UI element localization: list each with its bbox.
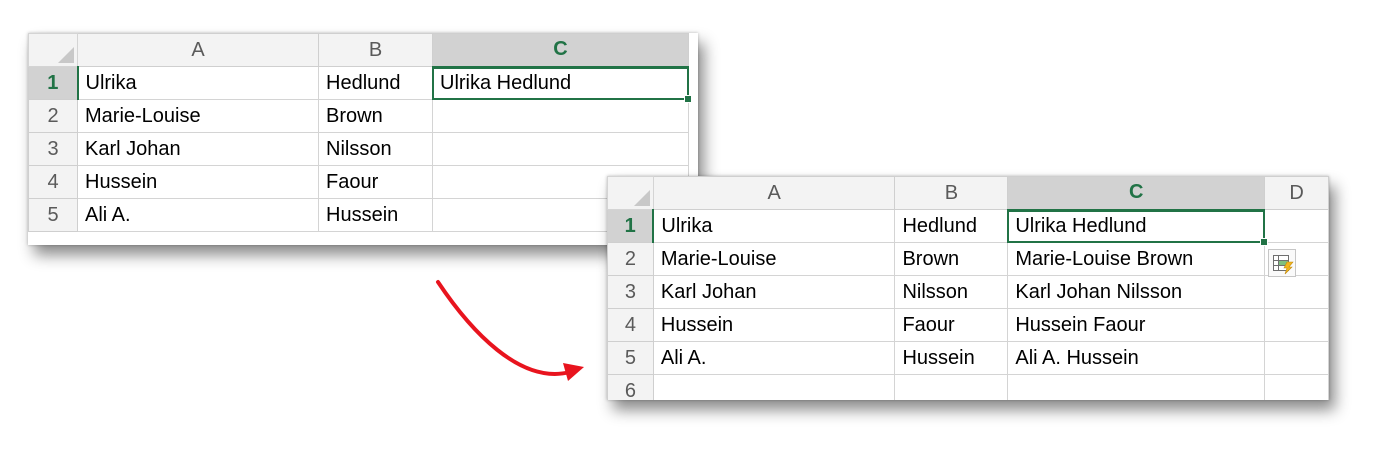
table-row: 2 Marie-Louise Brown Marie-Louise Brown [607,242,1329,276]
cell-c1-text: Ulrika Hedlund [1015,214,1147,237]
column-header-c[interactable]: C [1007,176,1266,211]
cell-c4[interactable]: Hussein Faour [1007,308,1266,342]
fill-handle[interactable] [1260,238,1269,246]
cell-c2[interactable]: Marie-Louise Brown [1007,242,1266,276]
table-row: 5 Ali A. Hussein Ali A. Hussein [607,341,1329,375]
table-row: 6 [607,374,1329,400]
spreadsheet-after: A B C D 1 Ulrika Hedlund Ulrika Hedlund … [607,176,1329,400]
column-header-d[interactable]: D [1264,176,1329,210]
cell-d3[interactable] [1264,275,1329,309]
table-row: 4 Hussein Faour Hussein Faour [607,308,1329,342]
cell-b6[interactable] [894,374,1009,400]
cell-a3[interactable]: Karl Johan [652,275,896,309]
flash-fill-options-button[interactable] [1268,249,1296,277]
cell-a6[interactable] [652,374,896,400]
row-header[interactable]: 3 [607,275,654,309]
cell-b2[interactable]: Brown [894,242,1009,276]
select-all-corner[interactable] [607,176,654,210]
cell-b3[interactable]: Nilsson [894,275,1009,309]
column-header-a[interactable]: A [652,176,896,210]
cell-d6[interactable] [1264,374,1329,400]
row-header[interactable]: 2 [607,242,654,276]
cell-b4[interactable]: Faour [894,308,1009,342]
cell-c3[interactable]: Karl Johan Nilsson [1007,275,1266,309]
fill-handle[interactable] [684,95,692,103]
row-header[interactable]: 4 [607,308,654,342]
cell-d5[interactable] [1264,341,1329,375]
cell-d4[interactable] [1264,308,1329,342]
cell-c1-selected[interactable]: Ulrika Hedlund [1007,209,1269,246]
cell-d1[interactable] [1264,209,1329,243]
cell-b5[interactable]: Hussein [894,341,1009,375]
cell-a5[interactable]: Ali A. [652,341,896,375]
row-header[interactable]: 5 [607,341,654,375]
flash-fill-options-icon [1273,255,1294,275]
cell-grid-after: A B C D 1 Ulrika Hedlund Ulrika Hedlund … [607,176,1329,400]
row-header[interactable]: 6 [607,374,654,400]
cell-c5[interactable]: Ali A. Hussein [1007,341,1266,375]
table-row: 3 Karl Johan Nilsson Karl Johan Nilsson [607,275,1329,309]
cell-a2[interactable]: Marie-Louise [652,242,896,276]
table-row: 1 Ulrika Hedlund Ulrika Hedlund [607,209,1329,246]
cell-a1[interactable]: Ulrika [652,209,896,243]
column-header-b[interactable]: B [894,176,1009,210]
row-header[interactable]: 1 [607,209,655,243]
cell-a4[interactable]: Hussein [652,308,896,342]
cell-c6[interactable] [1007,374,1266,400]
cell-b1[interactable]: Hedlund [894,209,1009,243]
